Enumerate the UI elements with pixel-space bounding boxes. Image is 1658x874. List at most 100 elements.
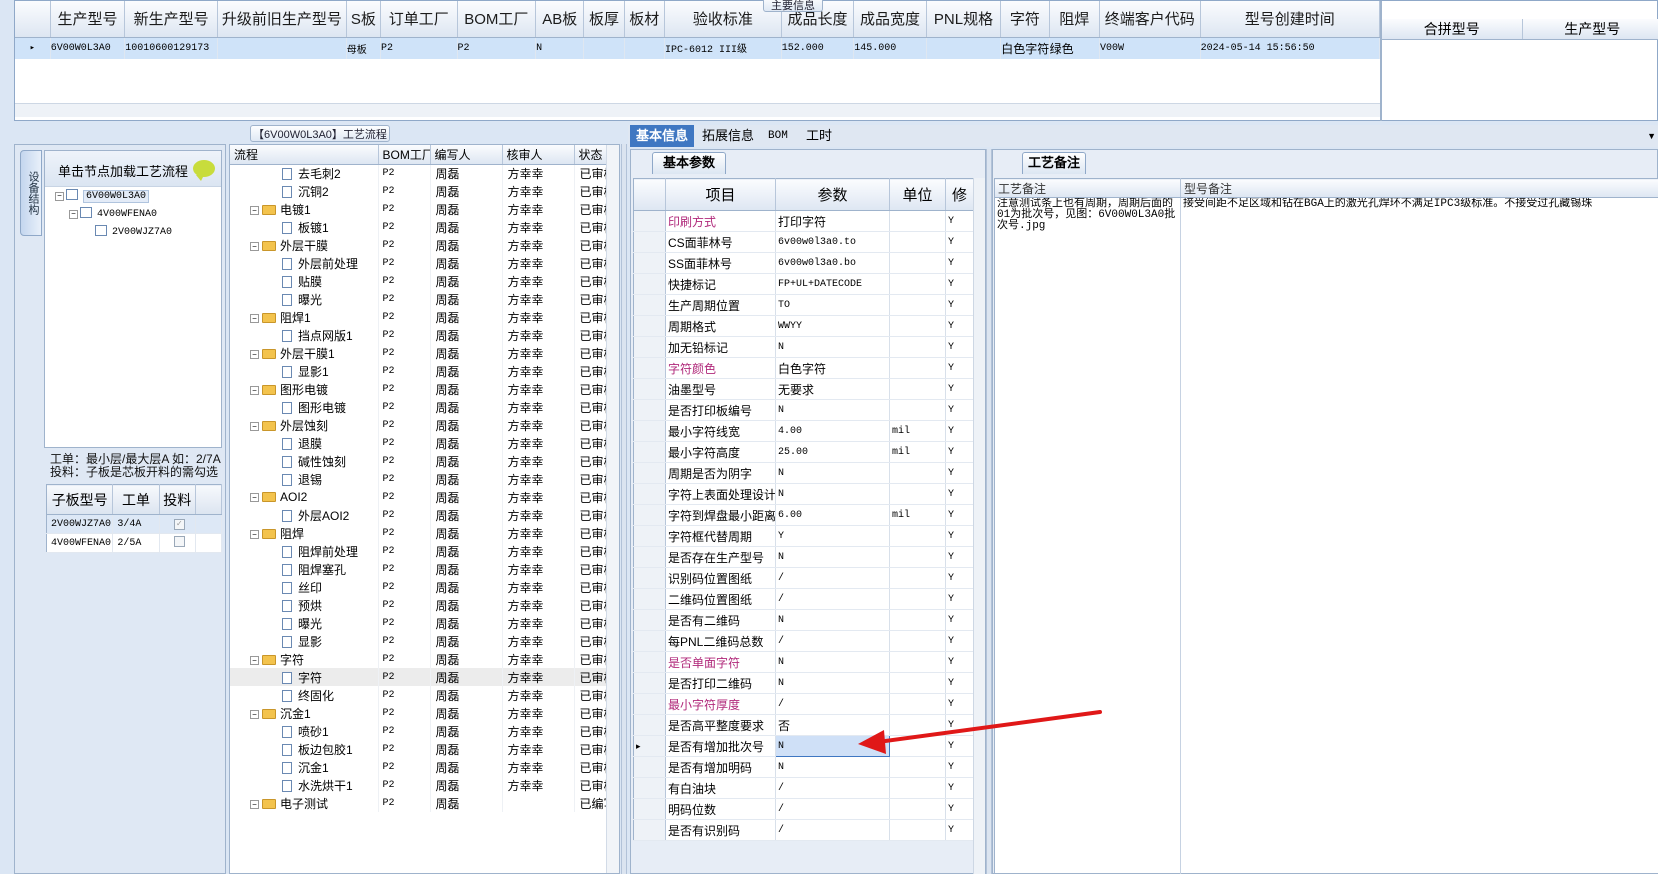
top-header-cell[interactable]: S板 [346, 1, 382, 38]
top-header-cell[interactable]: PNL规格 [926, 1, 1002, 38]
process-row[interactable]: − 沉金1 P2周磊方幸幸已审核 [230, 704, 607, 722]
top-header-cell[interactable]: 终端客户代码 [1099, 1, 1201, 38]
process-row[interactable]: 板边包胶1 P2周磊方幸幸已审核 [230, 740, 607, 758]
merge-production-model-header[interactable]: 生产型号 [1522, 19, 1658, 40]
tab-bom[interactable]: BOM [762, 125, 794, 147]
top-header-cell[interactable]: AB板 [535, 1, 585, 38]
process-remark-text[interactable]: 注意测试条上也有周期，周期后面的01为批次号，见图：6V00W0L3A0批次号.… [994, 197, 1181, 874]
param-row[interactable]: 印刷方式 打印字符 Y [633, 210, 974, 232]
top-data-cell[interactable]: IPC-6012 III级 [664, 37, 782, 59]
tab-extended-info[interactable]: 拓展信息 [696, 125, 760, 147]
process-row[interactable]: 贴膜 P2周磊方幸幸已审核 [230, 272, 607, 290]
top-header-cell[interactable]: 成品宽度 [853, 1, 927, 38]
collapse-icon[interactable]: − [250, 655, 259, 665]
param-row[interactable]: 加无铅标记 N Y [633, 336, 974, 358]
param-row[interactable]: 字符颜色 白色字符 Y [633, 357, 974, 379]
param-row[interactable]: 是否单面字符 N Y [633, 651, 974, 673]
process-row[interactable]: 挡点网版1 P2周磊方幸幸已审核 [230, 326, 607, 344]
param-row-header[interactable] [633, 546, 666, 568]
sub-order-header[interactable]: 工单 [112, 484, 160, 515]
process-row[interactable]: 终固化 P2周磊方幸幸已审核 [230, 686, 607, 704]
param-row[interactable]: 每PNL二维码总数 / Y [633, 630, 974, 652]
top-header-cell[interactable]: 升级前旧生产型号 [217, 1, 347, 38]
param-value-cell[interactable]: / [775, 798, 890, 820]
param-value-cell[interactable]: / [775, 777, 890, 799]
param-row[interactable]: 识别码位置图纸 / Y [633, 567, 974, 589]
param-row-header[interactable] [633, 588, 666, 610]
process-row[interactable]: 丝印 P2周磊方幸幸已审核 [230, 578, 607, 596]
param-row-header[interactable] [633, 798, 666, 820]
param-row[interactable]: 是否存在生产型号 N Y [633, 546, 974, 568]
param-row[interactable]: 周期格式 WWYY Y [633, 315, 974, 337]
process-row[interactable]: 水洗烘干1 P2周磊方幸幸已审核 [230, 776, 607, 794]
remark-header-model[interactable]: 型号备注 [1180, 178, 1658, 198]
top-data-cell[interactable]: 白色字符 [1000, 37, 1050, 59]
process-row[interactable]: 阻焊塞孔 P2周磊方幸幸已审核 [230, 560, 607, 578]
collapse-icon[interactable]: − [55, 192, 64, 201]
param-row-header[interactable] [633, 672, 666, 694]
param-row-header[interactable] [633, 609, 666, 631]
top-data-cell[interactable]: 6V00W0L3A0 [50, 37, 126, 59]
param-row-header[interactable] [633, 630, 666, 652]
process-row[interactable]: 字符 P2周磊方幸幸已审核 [230, 668, 607, 686]
process-row[interactable]: − 电镀1 P2周磊方幸幸已审核 [230, 200, 607, 218]
param-row-header[interactable] [633, 504, 666, 526]
feed-checkbox[interactable]: ✓ [173, 518, 185, 530]
param-value-cell[interactable]: TO [775, 294, 890, 316]
param-value-cell[interactable]: / [775, 630, 890, 652]
top-data-cell[interactable] [624, 37, 665, 59]
top-header-cell[interactable]: 型号创建时间 [1200, 1, 1381, 38]
subtab-basic-params[interactable]: 基本参数 [652, 152, 726, 174]
param-row[interactable]: CS面菲林号 6v00w0l3a0.to Y [633, 231, 974, 253]
param-row-header[interactable] [633, 651, 666, 673]
sub-model-header[interactable]: 子板型号 [46, 484, 114, 515]
process-row[interactable]: − 阻焊 P2周磊方幸幸已审核 [230, 524, 607, 542]
process-row[interactable]: 图形电镀 P2周磊方幸幸已审核 [230, 398, 607, 416]
param-value-cell[interactable]: 无要求 [775, 378, 890, 400]
process-row[interactable]: 预烘 P2周磊方幸幸已审核 [230, 596, 607, 614]
param-row[interactable]: 有白油块 / Y [633, 777, 974, 799]
top-header-cell[interactable]: 订单工厂 [380, 1, 458, 38]
param-value-cell[interactable]: 6.00 [775, 504, 890, 526]
process-row[interactable]: 退膜 P2周磊方幸幸已审核 [230, 434, 607, 452]
model-remark-text[interactable]: 接受间距不足区域和钻在BGA上的激光孔焊环不满足IPC3级标准。不接受过孔藏锡珠 [1180, 197, 1658, 874]
param-row-header[interactable] [633, 714, 666, 736]
param-row[interactable]: 周期是否为阴字 N Y [633, 462, 974, 484]
top-data-cell[interactable]: 152.000 [781, 37, 855, 59]
top-data-cell[interactable]: 2024-05-14 15:56:50 [1200, 37, 1381, 59]
param-header-item[interactable]: 项目 [665, 178, 776, 211]
collapse-icon[interactable]: − [250, 529, 259, 539]
process-header-flow[interactable]: 流程 [230, 145, 379, 165]
top-data-cell[interactable] [583, 37, 625, 59]
top-header-cell[interactable]: 生产型号 [50, 1, 126, 38]
dropdown-arrow-icon[interactable]: ▼ [1647, 131, 1656, 141]
top-header-cell[interactable]: BOM工厂 [457, 1, 537, 38]
process-row[interactable]: 外层AOI2 P2周磊方幸幸已审核 [230, 506, 607, 524]
param-row-header[interactable] [633, 819, 666, 841]
param-value-cell[interactable]: N [775, 609, 890, 631]
collapse-icon[interactable]: − [250, 421, 259, 431]
comment-bubble-icon[interactable] [193, 160, 215, 181]
collapse-icon[interactable]: − [250, 349, 259, 359]
splitter-handle[interactable] [621, 144, 627, 874]
param-row-header[interactable] [633, 336, 666, 358]
param-value-cell[interactable]: 白色字符 [775, 357, 890, 379]
param-value-cell[interactable]: N [775, 546, 890, 568]
process-row[interactable]: 碱性蚀刻 P2周磊方幸幸已审核 [230, 452, 607, 470]
subtab-process-remarks[interactable]: 工艺备注 [1022, 152, 1086, 174]
process-row[interactable]: − 电子测试 P2周磊 已编写 [230, 794, 607, 812]
collapse-icon[interactable]: − [250, 205, 259, 215]
top-horizontal-scrollbar[interactable] [15, 103, 1380, 117]
param-row-header[interactable] [633, 294, 666, 316]
param-value-cell[interactable]: WWYY [775, 315, 890, 337]
param-value-cell[interactable]: 25.00 [775, 441, 890, 463]
top-header-cell[interactable]: 字符 [1000, 1, 1050, 38]
param-row-header[interactable] [633, 357, 666, 379]
param-value-cell[interactable]: 4.00 [775, 420, 890, 442]
tree-node-child[interactable]: −4V00WFENA0 [69, 207, 157, 223]
param-row[interactable]: 明码位数 / Y [633, 798, 974, 820]
top-data-cell[interactable] [217, 37, 347, 59]
param-value-cell[interactable]: N [775, 462, 890, 484]
param-value-cell[interactable]: N [775, 651, 890, 673]
top-data-cell[interactable]: P2 [380, 37, 458, 59]
